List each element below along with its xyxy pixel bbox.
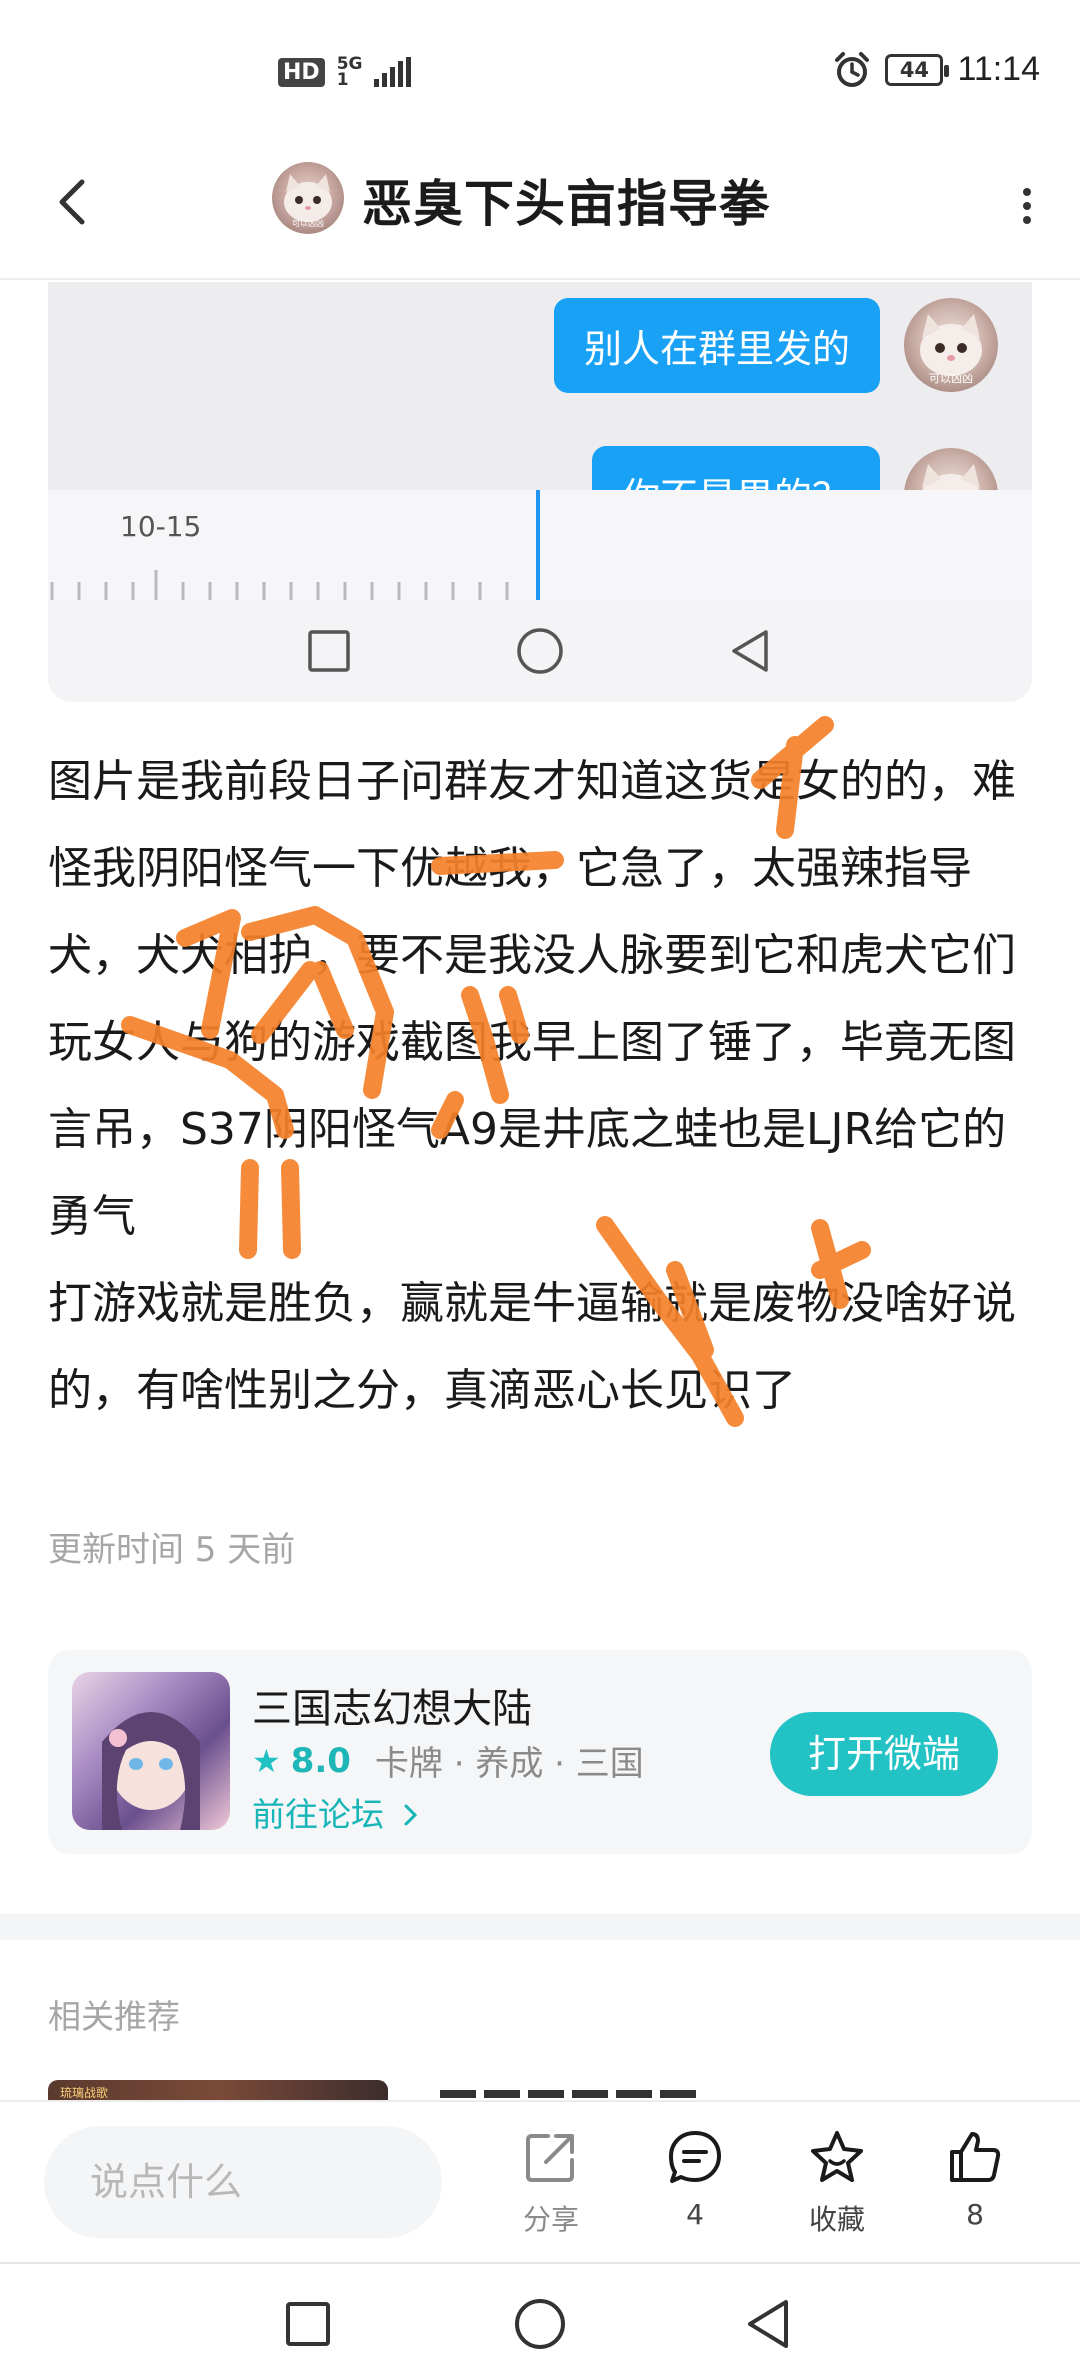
forum-link-label: 前往论坛 [252,1795,384,1834]
battery-indicator: 44 [885,53,950,86]
timeline-scrubber[interactable]: 10-15 [48,490,1032,600]
chat-avatar-caption: 可以凶凶 [929,372,973,385]
game-card[interactable]: 三国志幻想大陆 ★ 8.0 卡牌 · 养成 · 三国 前往论坛 打开微端 [48,1650,1032,1854]
back-arrow-icon[interactable] [44,172,104,232]
share-icon [526,2134,574,2182]
network-type: 5G 1 [336,56,363,90]
chat-bubble: 你不是男的？ [591,446,880,490]
cat-face-image: 可以凶凶 [920,314,982,385]
status-right: 44 11:14 [833,50,1040,89]
system-nav-bar [0,2262,1080,2376]
share-button[interactable]: 分享 [496,2128,606,2238]
like-button[interactable]: 8 [920,2128,1030,2231]
related-title-peek [440,2090,696,2098]
circle-nav-icon [517,628,563,674]
favorite-button[interactable]: 收藏 [782,2128,892,2238]
chat-avatar: 可以凶凶 [904,298,998,392]
comment-button[interactable]: 4 [640,2128,750,2231]
embedded-nav-icons [308,628,768,674]
triangle-back-nav-icon[interactable] [748,2300,788,2348]
hd-badge: HD [278,57,325,87]
page-title: 恶臭下头亩指导拳 [362,175,770,233]
comment-input[interactable]: 说点什么 [44,2126,442,2238]
game-tags: 卡牌 · 养成 · 三国 [374,1744,644,1784]
system-nav-icons [286,2299,788,2349]
post-paragraph: 图片是我前段日子问群友才知道这货是女的的，难怪我阴阳怪气一下优越我，它急了，太强… [48,756,1016,1242]
embedded-nav-bar [48,600,1032,702]
updated-time: 更新时间 5 天前 [48,1530,296,1570]
more-vertical-icon[interactable] [1012,176,1042,236]
cat-face-image [922,464,980,490]
game-name[interactable]: 三国志幻想大陆 [252,1676,532,1734]
avatar-caption: 可以凶凶 [292,219,324,228]
post-paragraph: 打游戏就是胜负，赢就是牛逼输就是废物没啥好说的，有啥性别之分，真滴恶心长见识了 [48,1278,1016,1416]
alarm-icon [835,51,870,87]
game-rating: 8.0 [290,1740,351,1781]
game-meta: ★ 8.0 卡牌 · 养成 · 三国 [252,1736,644,1785]
triangle-back-nav-icon [732,630,768,672]
square-nav-icon[interactable] [286,2302,330,2346]
forum-link[interactable]: 前往论坛 [252,1788,421,1836]
status-bar: HD 5G 1 44 11:14 [0,0,1080,150]
post-body: 图片是我前段日子问群友才知道这货是女的的，难怪我阴阳怪气一下优越我，它急了，太强… [48,738,1038,1434]
timeline-date: 10-15 [120,510,202,543]
author-avatar[interactable]: 可以凶凶 [272,162,344,234]
circle-nav-icon[interactable] [515,2299,565,2349]
favorite-label: 收藏 [808,2203,865,2236]
open-microclient-button[interactable]: 打开微端 [770,1712,998,1796]
chat-avatar [904,448,998,490]
network-sub-label: 1 [336,70,349,90]
chat-area: 别人在群里发的 可以凶凶 你不是男的？ [48,282,1032,490]
comment-count: 4 [686,2198,704,2231]
related-thumb-label: 琉璃战歌 [60,2086,109,2100]
like-count: 8 [966,2198,984,2231]
star-icon: ★ [252,1741,281,1780]
favorite-star-icon [811,2131,863,2182]
game-character-image [102,1712,200,1830]
related-heading: 相关推荐 [48,1997,180,2036]
chat-bubble: 别人在群里发的 [553,298,880,393]
timeline-ticks [50,570,509,600]
thumbs-up-icon [950,2132,1001,2182]
bottom-action-bar: 说点什么 分享 4 收藏 8 [0,2100,1080,2262]
status-left: HD 5G 1 [278,56,412,90]
embedded-chat-screenshot[interactable]: 别人在群里发的 可以凶凶 你不是男的？ 10-15 [48,282,1032,702]
share-label: 分享 [522,2203,579,2236]
chevron-right-icon [404,1804,417,1826]
square-nav-icon [308,630,350,672]
clock: 11:14 [957,50,1040,88]
post-header: 可以凶凶 恶臭下头亩指导拳 [0,150,1080,280]
game-icon[interactable] [72,1672,230,1830]
cat-face-image: 可以凶凶 [284,174,332,228]
section-divider [0,1914,1080,1940]
comment-icon [669,2131,721,2183]
signal-icon [374,57,412,87]
timeline-cursor [536,490,540,600]
